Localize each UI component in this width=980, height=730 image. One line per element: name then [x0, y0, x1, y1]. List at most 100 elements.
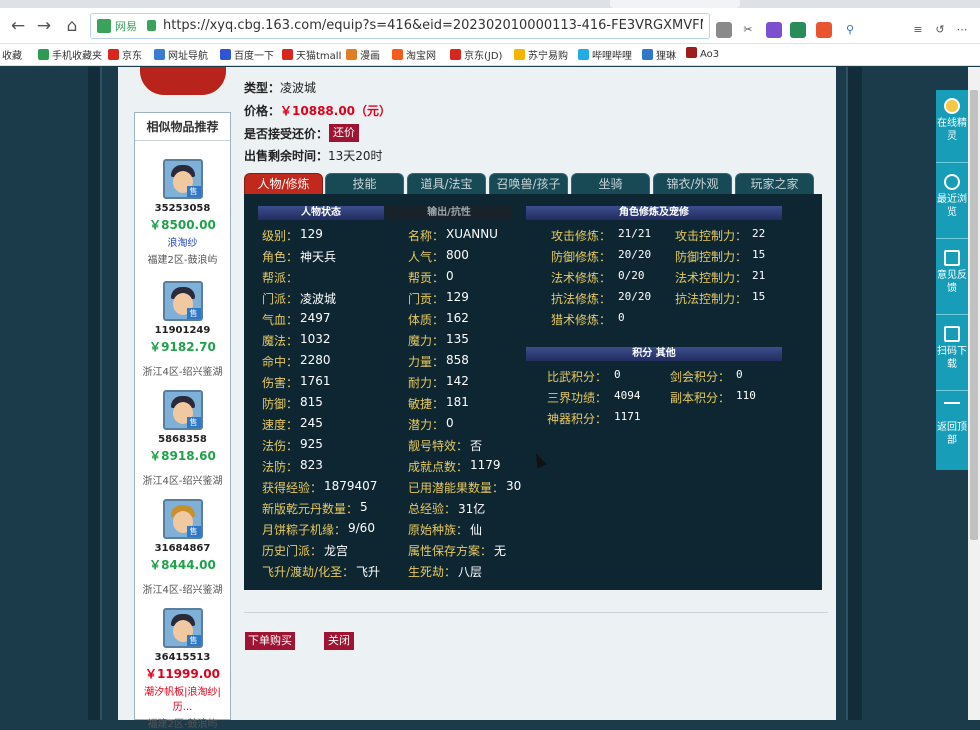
sidebar-item-top[interactable]: 返回顶部: [936, 402, 968, 447]
undo-icon[interactable]: ↺: [932, 22, 948, 38]
stat-value: 0: [618, 311, 625, 324]
similar-item[interactable]: 售 31684867 ￥8444.00 浙江4区-绍兴鉴湖: [135, 499, 230, 596]
sidebar-divider: [936, 238, 968, 239]
similar-item[interactable]: 售 36415513 ￥11999.00 潮汐帆板|浪淘纱|历... 福建2区-…: [135, 608, 230, 730]
similar-item-id: 11901249: [154, 325, 211, 336]
character-avatar-icon[interactable]: 售: [162, 281, 203, 321]
stat-label: 体质：: [408, 313, 445, 327]
bookmark-item[interactable]: 手机收藏夹: [38, 47, 102, 62]
bookmark-item[interactable]: 收藏: [2, 47, 22, 62]
site-badge: 网易: [115, 20, 137, 33]
bookmark-item[interactable]: 京东: [108, 47, 142, 62]
stat-label: 命中：: [262, 355, 299, 369]
stat-label: 总经验：: [408, 502, 457, 516]
bargain-button[interactable]: 还价: [329, 124, 359, 142]
reader-icon[interactable]: [716, 22, 732, 38]
section-header-cultivation: 角色修炼及宠修: [526, 206, 782, 220]
tab-pets[interactable]: 召唤兽/孩子: [489, 173, 568, 194]
tab-skills[interactable]: 技能: [325, 173, 404, 194]
tab-mounts[interactable]: 坐骑: [571, 173, 650, 194]
decor-stripe-left: [88, 67, 102, 720]
stat-label: 新版乾元丹数量：: [262, 502, 359, 516]
stat-label: 抗法修炼：: [551, 292, 612, 306]
stat-label: 生死劫：: [408, 565, 457, 579]
similar-item[interactable]: 售 35253058 ￥8500.00 浪淘纱 福建2区-鼓浪屿: [135, 159, 230, 266]
browser-active-tab[interactable]: [610, 0, 740, 8]
bookmark-item[interactable]: 京东(JD): [450, 47, 502, 62]
decor-stripe-right: [846, 67, 862, 720]
sidebar-item-feedback[interactable]: 意见反馈: [936, 250, 968, 295]
stat-value: 21: [752, 269, 766, 282]
stat-label: 已用潜能果数量：: [408, 481, 505, 495]
scissors-icon[interactable]: ✂: [740, 22, 756, 38]
stat-label: 人气：: [408, 250, 445, 264]
stat-label: 防御修炼：: [551, 250, 612, 264]
stat-value: 1879407: [324, 479, 378, 493]
similar-item[interactable]: 售 5868358 ￥8918.60 浙江4区-绍兴鉴湖: [135, 390, 230, 487]
stat-label: 攻击修炼：: [551, 229, 612, 243]
similar-item[interactable]: 售 11901249 ￥9182.70 浙江4区-绍兴鉴湖: [135, 281, 230, 378]
time-remaining: 出售剩余时间：13天20时: [244, 149, 383, 163]
scrollbar-thumb[interactable]: [970, 90, 978, 540]
similar-item-price: ￥11999.00: [144, 667, 220, 681]
character-avatar-icon[interactable]: 售: [162, 499, 203, 539]
stat-label: 帮贡：: [408, 271, 445, 285]
sidebar-item-recent[interactable]: 最近浏览: [936, 174, 968, 219]
bookmark-item[interactable]: 百度一下: [220, 47, 274, 62]
bargain-row: 是否接受还价：: [244, 127, 329, 141]
stat-value: 2497: [300, 311, 331, 325]
stat-value: 4094: [614, 389, 641, 402]
stat-value: 22: [752, 227, 766, 240]
stat-label: 原始种族：: [408, 523, 469, 537]
section-header-status: 人物状态: [258, 206, 384, 220]
close-button[interactable]: 关闭: [324, 632, 354, 650]
search-icon[interactable]: ⚲: [842, 22, 858, 38]
bookmark-item[interactable]: 狸琳: [642, 47, 676, 62]
bookmark-item[interactable]: Ao3: [686, 47, 719, 60]
bookmark-item[interactable]: 淘宝网: [392, 47, 436, 62]
buy-button[interactable]: 下单购买: [245, 632, 295, 650]
more-icon[interactable]: ⋯: [954, 22, 970, 38]
character-avatar-icon[interactable]: 售: [162, 608, 203, 648]
similar-item-tag[interactable]: 潮汐帆板|浪淘纱|历...: [135, 683, 230, 713]
bookmark-item[interactable]: 漫画: [346, 47, 380, 62]
stat-value: 15: [752, 290, 766, 303]
character-avatar-icon[interactable]: 售: [162, 159, 203, 199]
sidebar-item-download[interactable]: 扫码下载: [936, 326, 968, 371]
url-text[interactable]: https://xyq.cbg.163.com/equip?s=416&eid=…: [163, 18, 703, 33]
bookmark-item[interactable]: 天猫tmall: [282, 47, 341, 62]
stat-value: 135: [446, 332, 469, 346]
address-bar[interactable]: 网易 https://xyq.cbg.163.com/equip?s=416&e…: [90, 13, 710, 39]
bookmark-item[interactable]: 网址导航: [154, 47, 208, 62]
edit-icon: [944, 250, 960, 266]
bookmark-item[interactable]: 苏宁易购: [514, 47, 568, 62]
tab-outfits[interactable]: 锦衣/外观: [653, 173, 732, 194]
extension-icon[interactable]: [766, 22, 782, 38]
menu-icon[interactable]: ≡: [910, 22, 926, 38]
sidebar-item-sprite[interactable]: 在线精灵: [936, 98, 968, 143]
item-price: 价格：￥10888.00（元）: [244, 104, 392, 118]
stat-label: 法术修炼：: [551, 271, 612, 285]
stat-label: 耐力：: [408, 376, 445, 390]
stat-label: 级别：: [262, 229, 299, 243]
game-icon[interactable]: [816, 22, 832, 38]
stat-label: 月饼粽子机缘：: [262, 523, 347, 537]
character-avatar-icon[interactable]: 售: [162, 390, 203, 430]
tab-character[interactable]: 人物/修炼: [244, 173, 323, 194]
stat-value: 31亿: [458, 502, 486, 516]
stat-label: 防御：: [262, 397, 299, 411]
forward-icon[interactable]: →: [32, 14, 56, 38]
section-header-output[interactable]: 输出/抗性: [386, 206, 512, 220]
home-icon[interactable]: ⌂: [60, 14, 84, 38]
back-icon[interactable]: ←: [6, 14, 30, 38]
stat-value: 925: [300, 437, 323, 451]
site-security-icon: [97, 19, 111, 33]
tab-items[interactable]: 道具/法宝: [407, 173, 486, 194]
shield-icon[interactable]: [790, 22, 806, 38]
tab-home[interactable]: 玩家之家: [735, 173, 814, 194]
stat-value: 245: [300, 416, 323, 430]
similar-items-panel: 相似物品推荐 售 35253058 ￥8500.00 浪淘纱 福建2区-鼓浪屿 …: [134, 112, 231, 730]
stat-label: 法伤：: [262, 439, 299, 453]
bookmark-item[interactable]: 哔哩哔哩: [578, 47, 632, 62]
stat-label: 靓号特效：: [408, 439, 469, 453]
